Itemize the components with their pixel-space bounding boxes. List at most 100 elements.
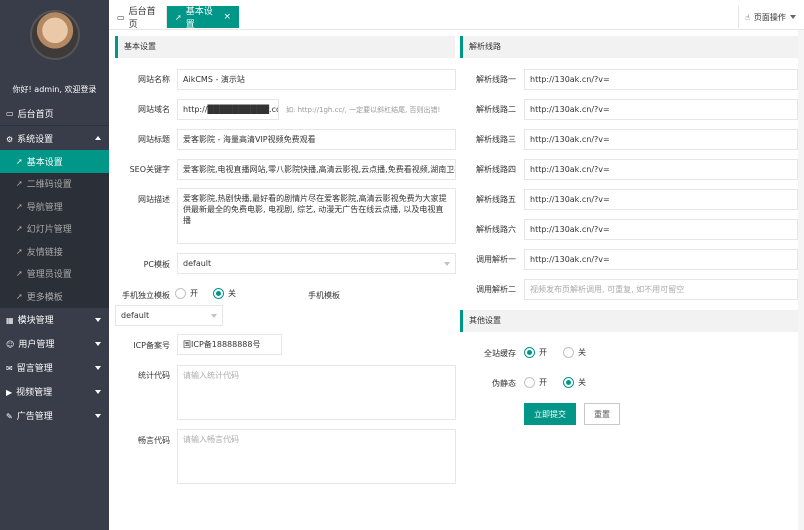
scrollbar[interactable] <box>798 30 804 530</box>
sidebar-item-slides[interactable]: ➚ 幻灯片管理 <box>0 218 109 241</box>
parse-line-input[interactable]: http://130ak.cn/?v= <box>524 189 798 210</box>
chevron-down-icon <box>211 313 217 318</box>
stats-code-textarea[interactable]: 请输入统计代码 <box>177 365 456 420</box>
page-operations-dropdown[interactable]: ☝ 页面操作 <box>738 6 804 28</box>
sidebar-item-navigation[interactable]: ➚ 导航管理 <box>0 195 109 218</box>
parse-line-input[interactable]: http://130ak.cn/?v= <box>524 159 798 180</box>
parse-line-label: 解析线路六 <box>476 225 516 234</box>
radio-circle-checked <box>524 347 535 358</box>
description-textarea[interactable]: 爱客影院,热剧快播,最好看的剧情片尽在爱客影院,高清云影视免费为大家提供最新最全… <box>177 188 456 244</box>
mobile-template-select[interactable]: default <box>115 305 223 326</box>
send-icon: ➚ <box>175 12 182 22</box>
panel-title: 解析线路 <box>460 36 798 58</box>
send-icon: ➚ <box>16 291 23 301</box>
welcome-text: 你好! admin, 欢迎登录 <box>12 85 97 94</box>
sidebar-group-videos[interactable]: ▶ 视频管理 <box>0 380 109 404</box>
call-parse-2-label: 调用解析二 <box>476 285 516 294</box>
hand-pointer-icon: ☝ <box>745 12 750 22</box>
chevron-down-icon <box>789 15 796 19</box>
radio-circle <box>175 288 186 299</box>
pc-template-select[interactable]: default <box>177 253 456 274</box>
radio-circle-checked <box>213 288 224 299</box>
seo-keywords-input[interactable]: 爱客影院,电视直播网站,零八影院快播,高清云影视,云点播,免费看视频,湖南卫视直… <box>177 159 456 180</box>
submit-button[interactable]: 立即提交 <box>524 403 576 425</box>
mobile-template-label: 手机模板 <box>308 291 340 300</box>
domain-hint: 如: http://1gh.cc/, 一定要以斜杠结尾, 否则出错! <box>286 106 441 114</box>
call-parse-2-input[interactable]: 视频发布页解析调用, 可重复, 如不用可留空 <box>524 279 798 300</box>
site-cache-off-radio[interactable]: 关 <box>563 347 586 358</box>
site-title-input[interactable]: 爱客影院 - 海量高清VIP视频免费观看 <box>177 129 456 150</box>
panel-title: 基本设置 <box>115 36 455 58</box>
monitor-icon: ▭ <box>6 109 14 118</box>
site-cache-label: 全站缓存 <box>484 349 516 358</box>
parse-line-input[interactable]: http://130ak.cn/?v= <box>524 249 798 270</box>
description-label: 网站描述 <box>138 195 170 204</box>
parse-line-label: 解析线路三 <box>476 135 516 144</box>
site-cache-on-radio[interactable]: 开 <box>524 347 547 358</box>
parse-line-label: 解析线路一 <box>476 75 516 84</box>
stats-code-label: 统计代码 <box>138 371 170 380</box>
chevron-down-icon <box>95 317 101 322</box>
domain-label: 网站域名 <box>138 105 170 114</box>
sidebar-item-links[interactable]: ➚ 友情链接 <box>0 240 109 263</box>
sidebar-subnav: ➚ 基本设置 ➚ 二维码设置 ➚ 导航管理 ➚ 幻灯片管理 ➚ 友情链接 ➚ 管理员设置 ➚… <box>0 150 109 308</box>
other-settings-panel: 其他设置 <box>460 310 798 440</box>
pseudo-static-off-radio[interactable]: 关 <box>563 377 586 388</box>
sidebar-item-admins[interactable]: ➚ 管理员设置 <box>0 263 109 286</box>
sidebar-group-messages[interactable]: ✉ 留言管理 <box>0 356 109 380</box>
seo-keywords-label: SEO关键字 <box>129 165 170 174</box>
sidebar-item-basic-settings[interactable]: ➚ 基本设置 <box>0 150 109 173</box>
video-icon: ▶ <box>6 388 13 397</box>
pseudo-static-on-radio[interactable]: 开 <box>524 377 547 388</box>
tab-home[interactable]: ▭ 后台首页 <box>109 6 167 30</box>
sidebar-group-modules[interactable]: ▦ 模块管理 <box>0 308 109 332</box>
chevron-down-icon <box>95 389 101 394</box>
chevron-down-icon <box>95 341 101 346</box>
send-icon: ➚ <box>16 156 23 166</box>
sidebar-item-more-templates[interactable]: ➚ 更多模板 <box>0 285 109 308</box>
sidebar-item-home[interactable]: ▭ 后台首页 <box>0 102 109 126</box>
radio-circle-checked <box>563 377 574 388</box>
parse-line-input[interactable]: http://130ak.cn/?v= <box>524 129 798 150</box>
domain-input[interactable]: http://██████████.com/ <box>177 99 279 120</box>
message-icon: ✉ <box>6 364 13 373</box>
icp-input[interactable]: 国ICP备18888888号 <box>177 334 282 355</box>
panel-title: 其他设置 <box>460 310 798 332</box>
parse-line-label: 调用解析一 <box>476 255 516 264</box>
pseudo-static-label: 伪静态 <box>492 379 516 388</box>
sidebar-item-label: 后台首页 <box>17 110 54 120</box>
parse-line-input[interactable]: http://130ak.cn/?v= <box>524 99 798 120</box>
parse-line-input[interactable]: http://130ak.cn/?v= <box>524 69 798 90</box>
radio-circle <box>524 377 535 388</box>
sidebar-group-users[interactable]: ☺ 用户管理 <box>0 332 109 356</box>
mobile-independent-on-radio[interactable]: 开 <box>175 288 198 299</box>
sidebar-group-ads[interactable]: ✎ 广告管理 <box>0 404 109 428</box>
monitor-icon: ▭ <box>117 12 125 22</box>
tab-basic-settings[interactable]: ➚ 基本设置 × <box>167 6 239 30</box>
sidebar-group-system[interactable]: ⚙ 系统设置 <box>0 126 109 150</box>
chevron-down-icon <box>95 413 101 418</box>
close-icon[interactable]: × <box>223 12 231 22</box>
send-icon: ➚ <box>16 179 23 189</box>
gear-icon: ⚙ <box>6 134 14 144</box>
icp-label: ICP备案号 <box>133 341 170 350</box>
reset-button[interactable]: 重置 <box>584 403 620 425</box>
chevron-up-icon <box>95 136 101 140</box>
parse-line-label: 解析线路二 <box>476 105 516 114</box>
sidebar-item-qrcode[interactable]: ➚ 二维码设置 <box>0 173 109 196</box>
chevron-down-icon <box>95 365 101 370</box>
site-name-label: 网站名称 <box>138 75 170 84</box>
avatar[interactable] <box>29 10 80 60</box>
sidebar: 你好! admin, 欢迎登录 ▭ 后台首页 ⚙ 系统设置 ➚ 基本设置 ➚ 二维码设… <box>0 0 109 530</box>
parse-line-label: 解析线路四 <box>476 165 516 174</box>
user-icon: ☺ <box>6 340 15 349</box>
changyan-code-textarea[interactable]: 请输入畅言代码 <box>177 429 456 484</box>
parse-line-input[interactable]: http://130ak.cn/?v= <box>524 219 798 240</box>
mobile-independent-off-radio[interactable]: 关 <box>213 288 236 299</box>
send-icon: ➚ <box>16 224 23 234</box>
send-icon: ➚ <box>16 269 23 279</box>
send-icon: ➚ <box>16 201 23 211</box>
sidebar-group-label: 系统设置 <box>17 134 54 145</box>
site-name-input[interactable]: AikCMS - 演示站 <box>177 69 456 90</box>
changyan-code-label: 畅言代码 <box>138 436 170 445</box>
